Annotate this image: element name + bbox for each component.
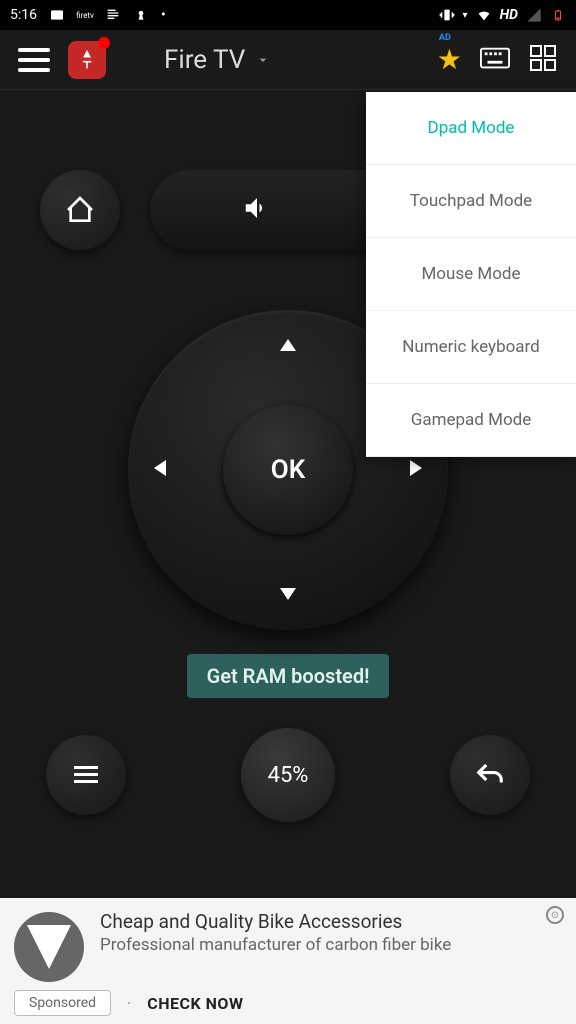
status-time: 5:16 [10, 7, 37, 23]
dropdown-item-dpad[interactable]: Dpad Mode [366, 92, 576, 165]
dpad-right-button[interactable] [410, 460, 422, 480]
grid-icon [528, 45, 558, 71]
dpad-left-button[interactable] [154, 460, 166, 480]
back-icon [473, 760, 507, 790]
ad-info-icon[interactable]: ⊙ [546, 906, 564, 924]
ad-cta[interactable]: CHECK NOW [147, 994, 243, 1013]
keyboard-icon [480, 45, 510, 71]
list-button[interactable] [46, 735, 126, 815]
triangle-down-icon [280, 588, 296, 600]
ad-title: Cheap and Quality Bike Accessories [100, 910, 560, 933]
ram-boost-button[interactable]: Get RAM boosted! [187, 654, 390, 698]
dropdown-item-numeric[interactable]: Numeric keyboard [366, 311, 576, 384]
dropdown-item-mouse[interactable]: Mouse Mode [366, 238, 576, 311]
percent-button[interactable]: 45% [241, 728, 335, 822]
bottom-controls: 45% [40, 728, 536, 822]
ok-label: OK [271, 455, 305, 485]
dpad-up-button[interactable] [280, 336, 296, 355]
triangle-right-icon [410, 460, 422, 476]
hd-indicator: HD [500, 7, 518, 23]
wifi-icon [476, 7, 492, 23]
cta-separator: · [127, 994, 131, 1013]
battery-icon [550, 7, 566, 23]
signal-icon [526, 7, 542, 23]
device-selector[interactable]: Fire TV [164, 45, 271, 75]
back-button[interactable] [450, 735, 530, 815]
list-icon [71, 763, 101, 787]
firetv-status-icon: firetv [77, 7, 93, 23]
percent-label: 45% [268, 763, 309, 788]
dropdown-item-gamepad[interactable]: Gamepad Mode [366, 384, 576, 457]
grid-mode-button[interactable] [528, 45, 558, 75]
status-bar: 5:16 firetv • ▾ HD [0, 0, 576, 30]
ads-badge[interactable] [68, 41, 106, 79]
ad-avatar [14, 912, 84, 982]
keyhole-icon [133, 7, 149, 23]
volume-down-icon [242, 193, 272, 223]
chevron-down-icon [255, 52, 271, 68]
vibrate-icon [439, 7, 455, 23]
dpad-down-button[interactable] [280, 585, 296, 604]
triangle-left-icon [154, 460, 166, 476]
volume-down-button[interactable] [242, 193, 272, 227]
home-button[interactable] [40, 170, 120, 250]
article-icon [105, 7, 121, 23]
menu-button[interactable] [18, 48, 50, 72]
star-button[interactable]: ★AD [437, 43, 462, 76]
ad-subtitle: Professional manufacturer of carbon fibe… [100, 935, 560, 955]
dropdown-item-touchpad[interactable]: Touchpad Mode [366, 165, 576, 238]
home-icon [64, 194, 96, 226]
app-header: Fire TV ★AD [0, 30, 576, 90]
device-title: Fire TV [164, 45, 245, 75]
dpad-ok-button[interactable]: OK [223, 405, 353, 535]
sponsored-badge: Sponsored [14, 990, 111, 1016]
ad-banner[interactable]: ⊙ Cheap and Quality Bike Accessories Pro… [0, 898, 576, 1024]
gallery-icon [49, 7, 65, 23]
keyboard-button[interactable] [480, 45, 510, 75]
dot-icon: • [161, 7, 166, 23]
mode-dropdown: Dpad Mode Touchpad Mode Mouse Mode Numer… [366, 92, 576, 457]
ad-label: AD [439, 33, 451, 43]
triangle-up-icon [280, 339, 296, 351]
arrow-down-icon: ▾ [463, 10, 468, 21]
